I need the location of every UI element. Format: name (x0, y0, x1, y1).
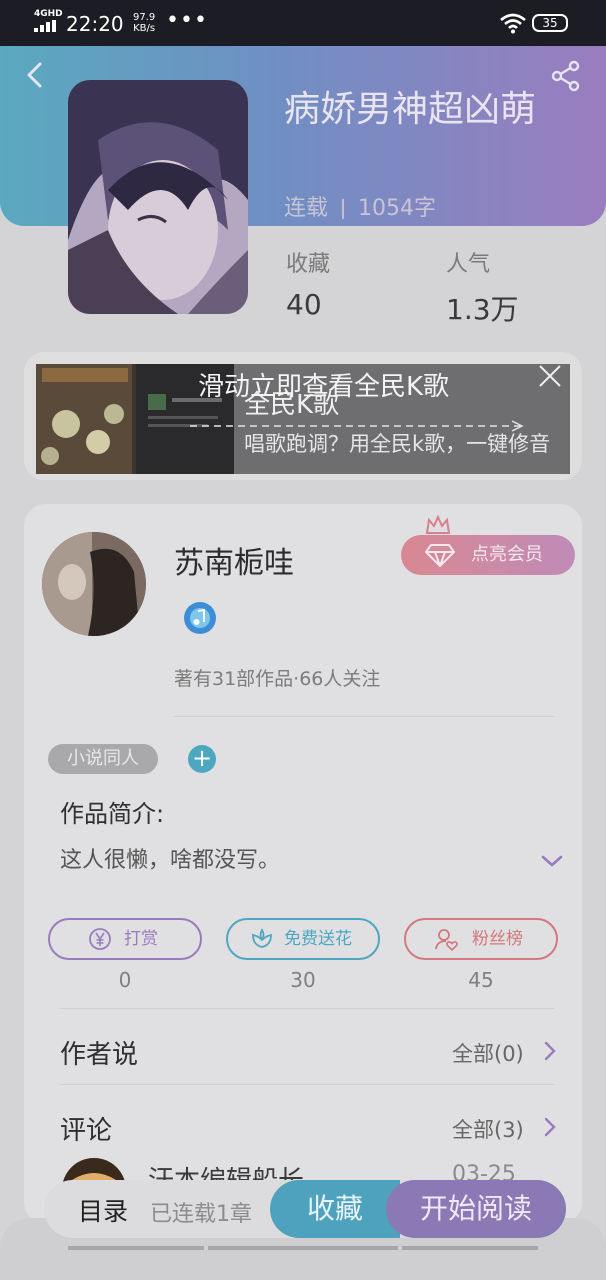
avatar[interactable] (42, 532, 146, 636)
chevron-down-icon[interactable] (540, 852, 564, 870)
bottom-tab-indicator (68, 1246, 204, 1250)
book-cover[interactable] (68, 80, 248, 314)
ad-swipe-hint: 滑动立即查看全民K歌 (198, 372, 450, 402)
popularity-stat: 人气 1.3万 (446, 246, 519, 328)
favorites-label: 收藏 (286, 252, 331, 277)
avatar-image (42, 532, 146, 636)
vip-label: 点亮会员 (471, 544, 543, 565)
popularity-value: 1.3万 (446, 293, 519, 326)
favorites-value: 40 (286, 288, 322, 321)
yen-coin-icon (89, 928, 111, 950)
book-meta: 连载 1054字 (284, 190, 436, 222)
intro-text: 这人很懒，啥都没写。 (60, 848, 281, 873)
author-says-title: 作者说 (60, 1040, 139, 1070)
speed-unit: KB/s (133, 23, 156, 34)
send-flower-button[interactable]: 免费送花 (226, 918, 380, 960)
serial-chapters[interactable]: 已连载1章 (150, 1196, 252, 1228)
fan-user-icon (435, 929, 458, 951)
author-says-all-link[interactable]: 全部(0) (452, 1038, 524, 1068)
divider (60, 1008, 554, 1009)
divider (174, 716, 554, 717)
crown-icon (425, 515, 451, 534)
comments-all-link[interactable]: 全部(3) (452, 1114, 524, 1144)
ad-description[interactable]: 唱歌跑调？用全民k歌，一键修音 (244, 428, 570, 458)
back-icon[interactable] (22, 60, 48, 90)
share-icon[interactable] (550, 60, 582, 92)
tip-button[interactable]: 打赏 (48, 918, 202, 960)
clock: 22:20 (66, 12, 124, 36)
diamond-icon (425, 544, 455, 567)
comments-title: 评论 (60, 1116, 113, 1146)
start-reading-button[interactable]: 开始阅读 (386, 1180, 566, 1238)
swipe-arrow-icon (190, 420, 524, 432)
serial-status: 连载 (284, 196, 329, 221)
tag-novel-fanfic[interactable]: 小说同人 (48, 744, 158, 774)
meta-divider (342, 199, 345, 219)
add-tag-button[interactable]: + (188, 745, 216, 773)
divider (60, 1084, 554, 1085)
favorites-stat: 收藏 40 (286, 246, 330, 321)
flower-count: 30 (290, 968, 316, 992)
tip-label: 打赏 (124, 929, 158, 949)
speed-value: 97.9 (133, 12, 156, 23)
cover-illustration (68, 80, 248, 314)
status-bar: 4GHD 22:20 97.9 KB/s ••• 35 (0, 0, 606, 46)
bottom-tab-indicator (208, 1246, 398, 1250)
popularity-label: 人气 (446, 252, 491, 277)
favorite-button[interactable]: 收藏 (270, 1180, 400, 1238)
flower-icon (252, 928, 272, 948)
author-stats: 著有31部作品·66人关注 (174, 668, 381, 690)
word-count: 1054字 (358, 196, 437, 221)
fan-ranking-label: 粉丝榜 (472, 929, 523, 949)
vip-button[interactable]: 点亮会员 (401, 515, 575, 575)
network-type: 4GHD (34, 9, 63, 19)
author-name[interactable]: 苏南栀哇 (174, 538, 294, 582)
fan-ranking-button[interactable]: 粉丝榜 (404, 918, 558, 960)
toc-button[interactable]: 目录 (78, 1192, 128, 1228)
send-flower-label: 免费送花 (284, 929, 352, 949)
close-icon[interactable] (538, 364, 562, 388)
chevron-right-icon[interactable] (543, 1116, 557, 1138)
intro-title: 作品简介: (60, 800, 165, 828)
bottom-tab-indicator (402, 1246, 538, 1250)
signal-icon (34, 20, 58, 32)
battery-icon: 35 (532, 14, 568, 32)
wifi-icon (500, 13, 526, 34)
more-status-icon: ••• (166, 8, 208, 33)
book-title: 病娇男神超凶萌 (284, 89, 537, 130)
fan-count: 45 (468, 968, 494, 992)
music-badge-icon (184, 602, 216, 634)
chevron-right-icon[interactable] (543, 1040, 557, 1062)
network-speed: 97.9 KB/s (133, 12, 155, 34)
tip-count: 0 (118, 968, 132, 992)
